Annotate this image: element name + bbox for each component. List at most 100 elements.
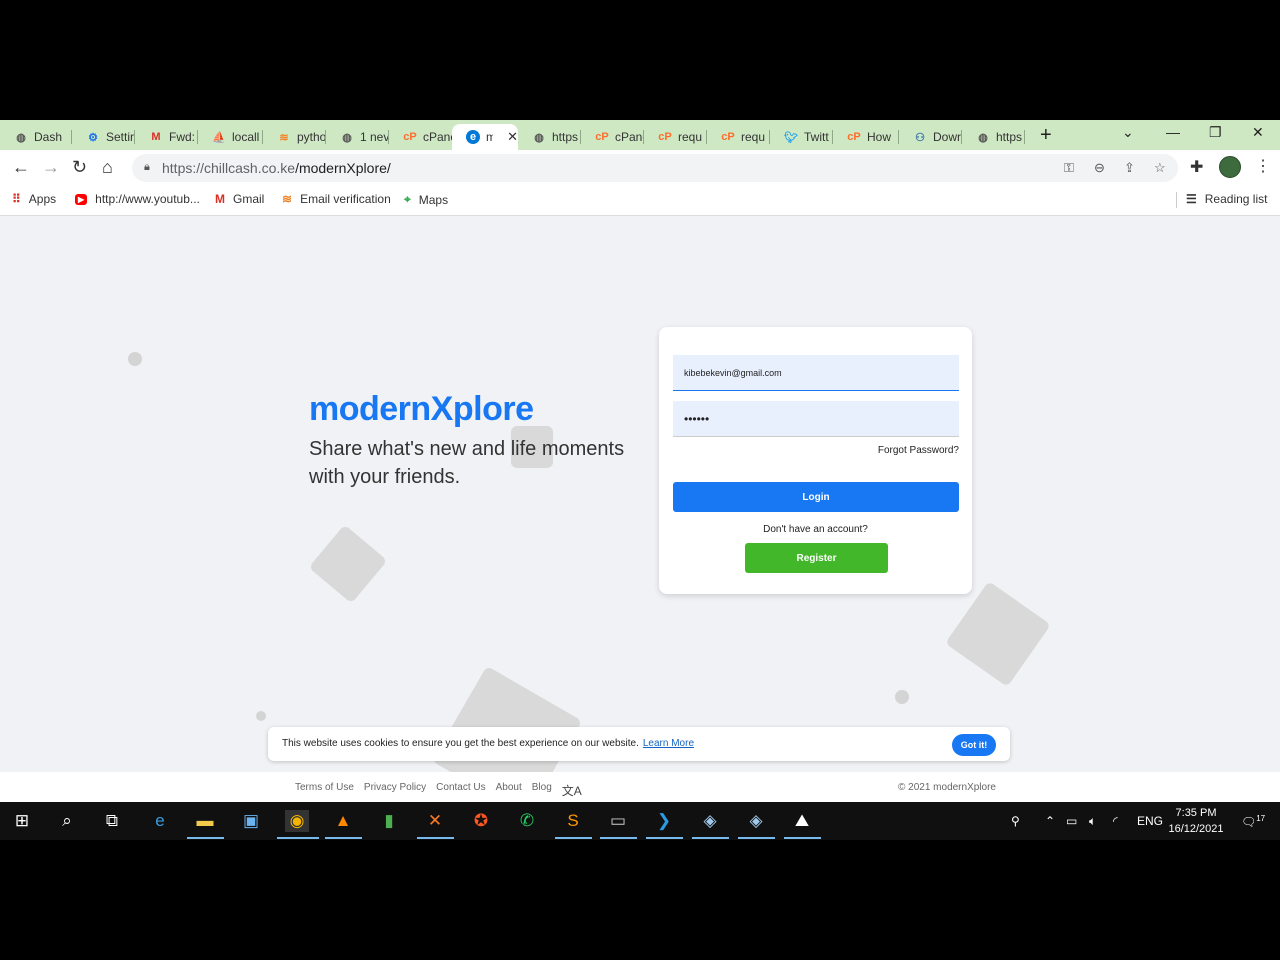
tab-https-2[interactable]: ◍ https — [962, 124, 1025, 150]
back-icon[interactable]: ← — [12, 158, 30, 176]
tab-gmail[interactable]: M Fwd: — [135, 124, 198, 150]
stackoverflow-icon: ≋ — [282, 192, 293, 206]
close-tab-icon[interactable]: ✕ — [507, 129, 518, 145]
decor-dot — [128, 352, 142, 366]
bookmark-email-verification[interactable]: ≋ Email verification — [282, 192, 391, 206]
edge-taskbar-icon[interactable]: e — [148, 810, 172, 832]
tab-download[interactable]: ⚇ Dowr — [899, 124, 962, 150]
bin-icon[interactable]: ▮ — [377, 810, 401, 832]
register-button[interactable]: Register — [745, 543, 888, 573]
restore-icon[interactable]: ❐ — [1209, 124, 1222, 141]
whatsapp-icon[interactable]: ✆ — [515, 810, 539, 832]
tab-requ[interactable]: cP requ — [644, 124, 707, 150]
zoom-icon[interactable]: ⊖ — [1094, 160, 1105, 176]
vscode-icon[interactable]: ❯ — [652, 810, 676, 832]
cookie-banner: This website uses cookies to ensure you … — [268, 727, 1010, 761]
virtualbox-icon[interactable]: ◈ — [698, 810, 722, 832]
store-icon[interactable]: ▣ — [239, 810, 263, 832]
profile-avatar[interactable] — [1219, 156, 1241, 178]
share-icon[interactable]: ⇪ — [1124, 160, 1135, 176]
bookmark-gmail[interactable]: M Gmail — [215, 192, 264, 206]
cpanel-icon: cP — [721, 131, 735, 143]
tab-phpmyadmin[interactable]: ⛵ locall — [198, 124, 263, 150]
running-indicator — [555, 837, 592, 839]
tab-https[interactable]: ◍ https — [518, 124, 581, 150]
window-close-icon[interactable]: ✕ — [1252, 124, 1264, 141]
forward-icon[interactable]: → — [42, 158, 60, 176]
login-card: Forgot Password? Login Don't have an acc… — [659, 327, 972, 594]
decor-square — [308, 524, 388, 604]
menu-kebab-icon[interactable]: ⋮ — [1255, 156, 1271, 176]
tab-python[interactable]: ≋ pytho — [263, 124, 326, 150]
footer-link-contact[interactable]: Contact Us — [436, 782, 485, 799]
tab-dash[interactable]: ◍ Dash — [0, 124, 72, 150]
bookmark-apps[interactable]: ⠿ Apps — [12, 192, 56, 206]
virtualbox-icon-2[interactable]: ◈ — [744, 810, 768, 832]
tab-requ-2[interactable]: cP requ — [707, 124, 770, 150]
running-indicator — [784, 837, 821, 839]
bookmark-maps[interactable]: ⌖ Maps — [404, 192, 448, 207]
footer-link-terms[interactable]: Terms of Use — [295, 782, 354, 799]
key-icon[interactable]: ⚿ — [1064, 160, 1074, 176]
footer-link-about[interactable]: About — [496, 782, 522, 799]
running-indicator — [646, 837, 683, 839]
forgot-password-link[interactable]: Forgot Password? — [878, 445, 959, 456]
translate-icon[interactable]: 文A — [562, 782, 582, 799]
tab-modernxplore[interactable]: e m ✕ — [452, 124, 518, 150]
postman-icon[interactable]: ✪ — [469, 810, 493, 832]
photos-icon[interactable]: ⛰ — [790, 810, 814, 832]
edge-icon: e — [466, 130, 480, 144]
xampp-icon[interactable]: ✕ — [423, 810, 447, 832]
globe-icon: ◍ — [978, 131, 988, 144]
minimize-icon[interactable]: — — [1166, 124, 1180, 140]
bookmark-youtube[interactable]: ▶ http://www.youtub... — [75, 192, 200, 206]
footer-link-blog[interactable]: Blog — [532, 782, 552, 799]
terminal-icon[interactable]: ▭ — [606, 810, 630, 832]
running-indicator — [277, 837, 319, 839]
tab-new[interactable]: ◍ 1 nev — [326, 124, 389, 150]
sublime-icon[interactable]: S — [561, 810, 585, 832]
running-indicator — [692, 837, 729, 839]
file-explorer-icon[interactable]: ▬ — [193, 810, 217, 832]
tab-search-chevron-icon[interactable]: ⌄ — [1122, 124, 1134, 141]
people-icon[interactable]: ⚲ — [1011, 814, 1020, 828]
tab-settings[interactable]: ⚙ Settir — [72, 124, 135, 150]
language-indicator[interactable]: ENG — [1137, 814, 1163, 828]
windows-start-icon[interactable]: ⊞ — [10, 810, 34, 832]
bookmarks-divider — [1176, 192, 1177, 208]
search-icon[interactable]: ⌕ — [55, 810, 79, 832]
wifi-icon[interactable]: ◜ — [1113, 814, 1118, 828]
running-indicator — [325, 837, 362, 839]
login-button[interactable]: Login — [673, 482, 959, 512]
address-bar[interactable]: 🔒︎ https://chillcash.co.ke/modernXplore/… — [132, 154, 1178, 182]
tray-chevron-icon[interactable]: ⌃ — [1045, 814, 1055, 828]
chrome-icon[interactable]: ◉ — [285, 810, 309, 832]
tab-cpanel-2[interactable]: cPcPane — [581, 124, 644, 150]
footer-link-privacy[interactable]: Privacy Policy — [364, 782, 426, 799]
new-tab-plus-icon[interactable]: + — [1040, 125, 1052, 145]
vlc-icon[interactable]: ▲ — [331, 810, 355, 832]
url-text[interactable]: https://chillcash.co.ke/modernXplore/ — [162, 160, 391, 176]
task-view-icon[interactable]: ⧉ — [100, 810, 124, 832]
notifications-icon[interactable]: 🗨︎17 — [1241, 814, 1265, 829]
bookmark-star-icon[interactable]: ☆ — [1154, 160, 1166, 176]
extensions-puzzle-icon[interactable]: ✚ — [1190, 157, 1203, 177]
home-icon[interactable]: ⌂ — [102, 158, 113, 176]
page-footer: Terms of Use Privacy Policy Contact Us A… — [0, 772, 1280, 802]
cpanel-icon: cP — [847, 131, 861, 143]
lock-icon[interactable]: 🔒︎ — [144, 161, 150, 174]
tab-how[interactable]: cP How — [833, 124, 899, 150]
reload-icon[interactable]: ↻ — [72, 158, 87, 176]
tab-twitter[interactable]: 🐦︎ Twitt — [770, 124, 833, 150]
system-clock[interactable]: 7:35 PM 16/12/2021 — [1166, 805, 1226, 837]
screen: ◍ Dash ⚙ Settir M Fwd: ⛵ locall ≋ pytho ◍ 1 ne… — [0, 120, 1280, 840]
reading-list[interactable]: ☰ Reading list — [1186, 192, 1267, 206]
cookie-accept-button[interactable]: Got it! — [952, 734, 996, 756]
battery-icon[interactable]: ▭ — [1066, 814, 1077, 828]
email-field[interactable] — [673, 355, 959, 391]
password-field[interactable] — [673, 401, 959, 437]
gear-icon: ⚙ — [88, 131, 98, 144]
learn-more-link[interactable]: Learn More — [643, 738, 694, 749]
volume-icon[interactable]: 🔈︎ — [1089, 814, 1096, 829]
tab-cpanel[interactable]: cPcPane — [389, 124, 452, 150]
